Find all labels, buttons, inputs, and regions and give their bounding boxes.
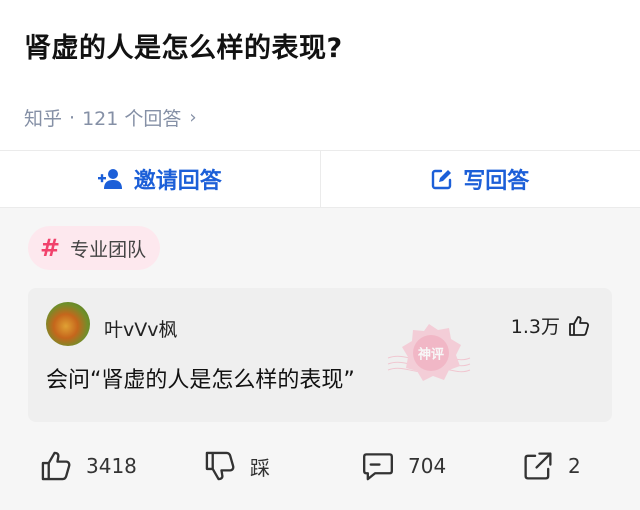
share-count: 2 xyxy=(568,454,581,478)
downvote-label: 踩 xyxy=(250,455,270,480)
invite-answer-button[interactable]: 邀请回答 xyxy=(0,151,320,207)
answer-count-link[interactable]: 121 个回答 xyxy=(82,104,181,131)
share-button[interactable]: 2 xyxy=(522,450,581,482)
thumbs-down-icon xyxy=(205,451,235,481)
topic-chip[interactable]: # 专业团队 xyxy=(28,226,161,270)
add-user-icon xyxy=(97,169,122,189)
write-answer-label: 写回答 xyxy=(463,169,530,194)
topic-label: 专业团队 xyxy=(70,238,147,261)
comment-like-count: 1.3万 xyxy=(510,316,560,338)
comment-likes[interactable]: 1.3万 xyxy=(511,312,590,339)
edit-icon xyxy=(432,169,452,190)
avatar[interactable] xyxy=(46,302,90,346)
share-icon xyxy=(524,452,552,480)
answer-bottom-bar: 3418 踩 704 2 xyxy=(0,440,640,500)
comment-username[interactable]: 叶vVv枫 xyxy=(104,315,178,342)
hashtag-icon: # xyxy=(40,234,61,262)
featured-comment-stamp: 神评 xyxy=(387,324,471,381)
chevron-right-icon[interactable]: › xyxy=(189,107,196,128)
comment-icon xyxy=(363,453,393,481)
upvote-button[interactable]: 3418 xyxy=(40,450,137,482)
stamp-text: 神评 xyxy=(418,347,444,363)
source-label[interactable]: 知乎 xyxy=(24,104,62,131)
featured-comment-card[interactable]: 叶vVv枫 1.3万 会问“肾虚的人是怎么样的表现” 神评 xyxy=(28,288,612,422)
question-title: 肾虚的人是怎么样的表现? xyxy=(24,33,343,64)
downvote-button[interactable]: 踩 xyxy=(204,450,270,482)
upvote-count: 3418 xyxy=(86,454,137,478)
meta-separator: · xyxy=(69,106,76,129)
write-answer-button[interactable]: 写回答 xyxy=(321,151,640,207)
thumbs-up-icon xyxy=(41,451,71,481)
comment-text: 会问“肾虚的人是怎么样的表现” xyxy=(46,368,355,393)
thumbs-up-icon xyxy=(569,315,590,336)
question-meta: 知乎 · 121 个回答 › xyxy=(24,104,197,131)
question-action-bar: 邀请回答 写回答 xyxy=(0,150,640,208)
comments-button[interactable]: 704 xyxy=(362,450,446,482)
comment-count: 704 xyxy=(408,454,447,478)
invite-answer-label: 邀请回答 xyxy=(133,169,222,194)
